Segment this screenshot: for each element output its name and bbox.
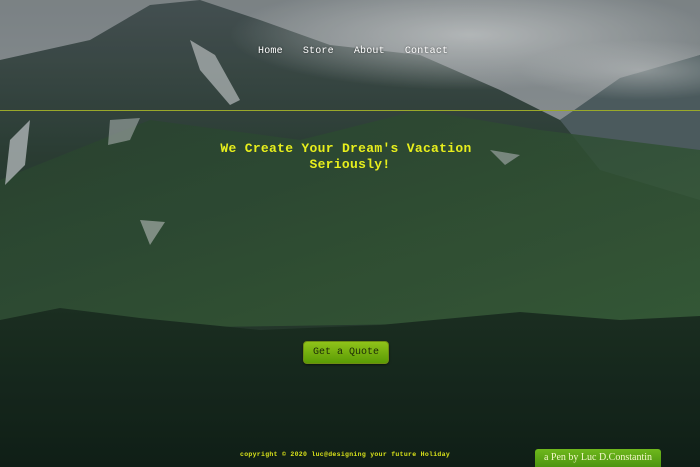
hero-headline: We Create Your Dream's Vacation Seriousl…	[0, 141, 700, 173]
pen-author-badge[interactable]: a Pen by Luc D.Constantin	[535, 449, 661, 467]
main-nav: Home Store About Contact	[258, 46, 468, 57]
nav-link-contact[interactable]: Contact	[405, 46, 448, 57]
nav-link-home[interactable]: Home	[258, 46, 283, 57]
mountain-background	[0, 0, 700, 467]
hero-subtitle: Seriously!	[309, 157, 391, 172]
hero-title: We Create Your Dream's Vacation	[220, 141, 472, 156]
footer-copyright: copyright © 2020 luc@designing your futu…	[240, 451, 451, 458]
nav-link-store[interactable]: Store	[303, 46, 334, 57]
nav-link-about[interactable]: About	[354, 46, 385, 57]
get-quote-button[interactable]: Get a Quote	[303, 341, 389, 364]
header-divider	[0, 110, 700, 111]
